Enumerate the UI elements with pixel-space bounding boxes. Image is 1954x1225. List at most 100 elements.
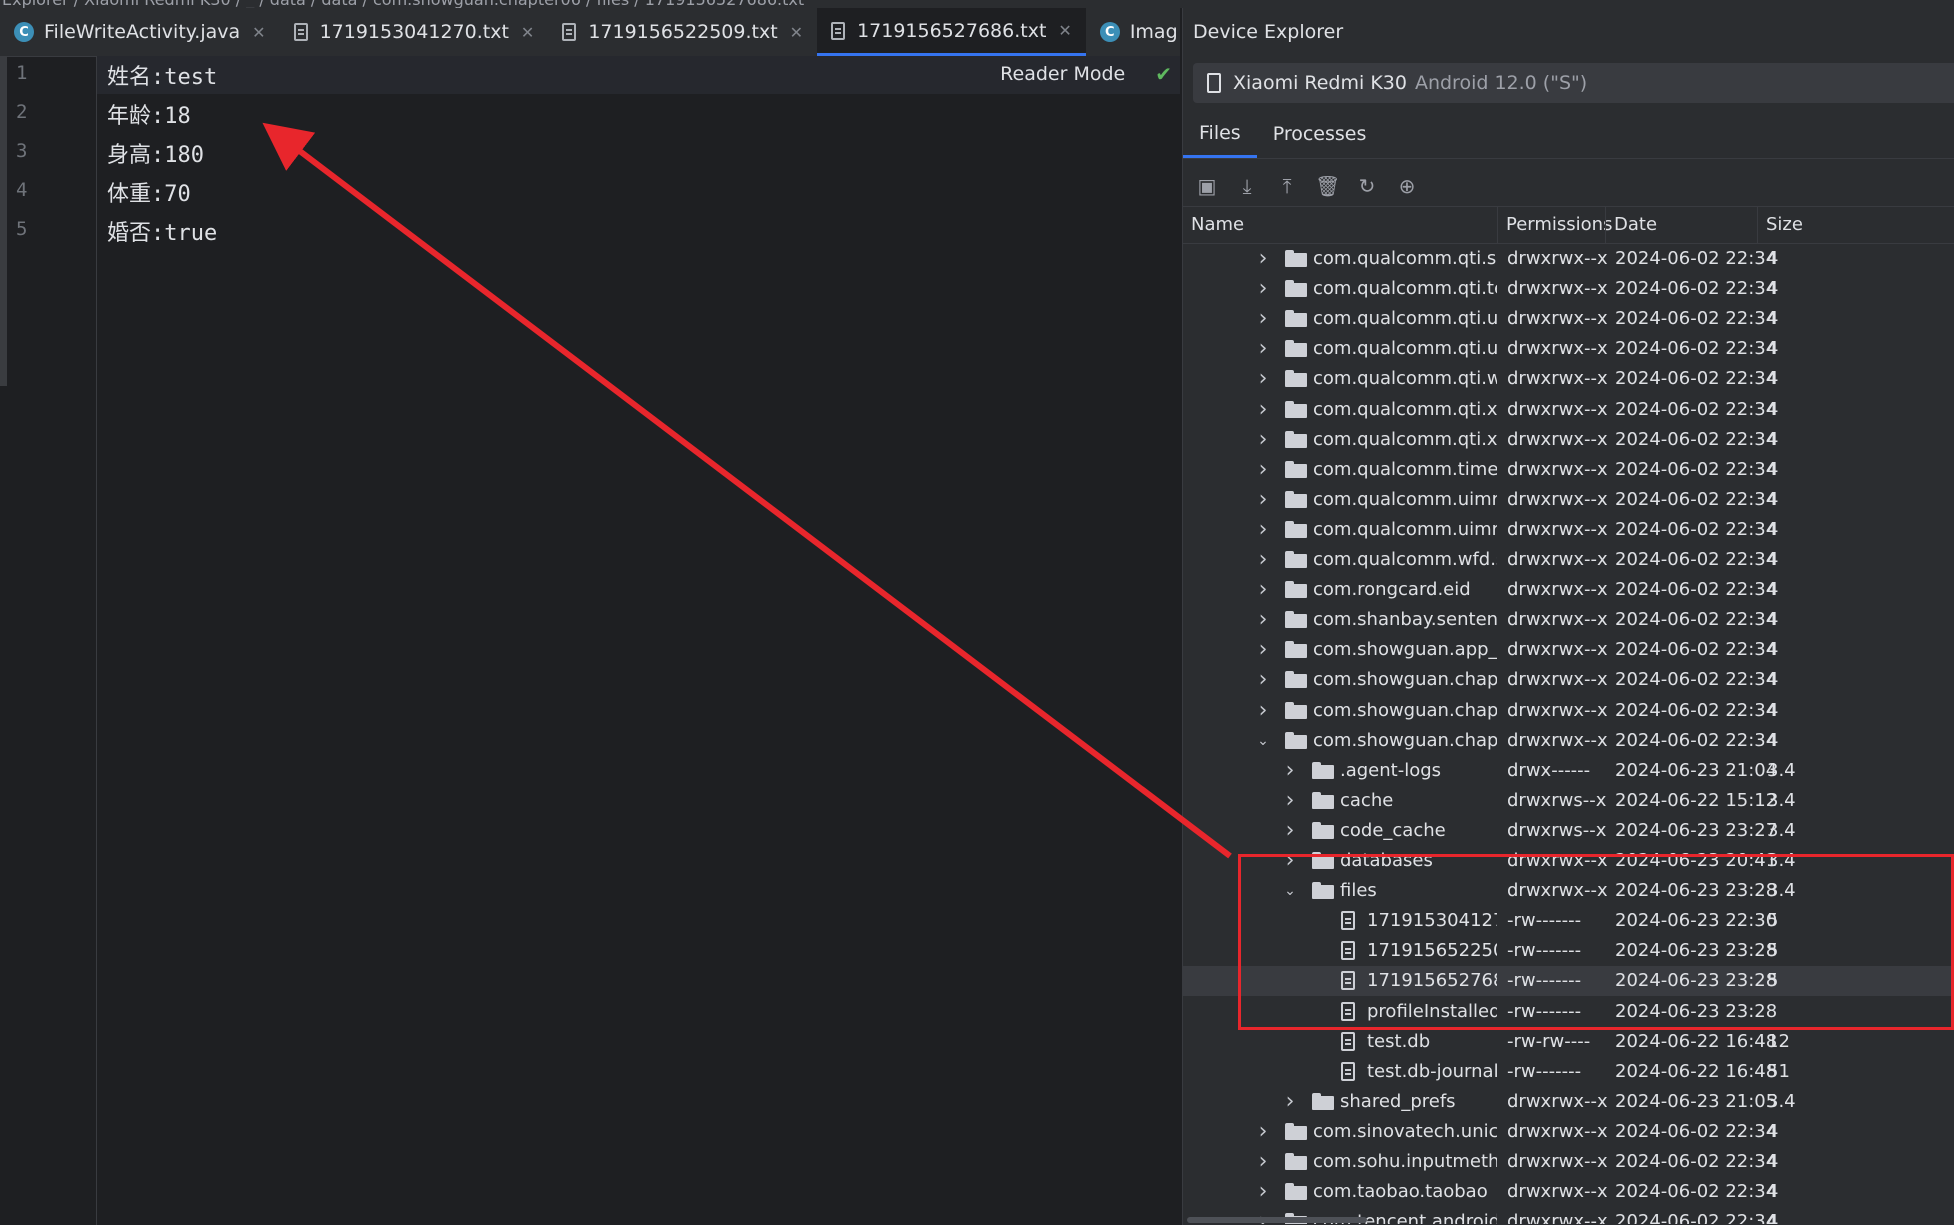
locate-icon[interactable]: ⊕ xyxy=(1395,174,1419,198)
tree-row-date: 2024-06-23 23:28 xyxy=(1615,880,1778,901)
tab-files[interactable]: Files xyxy=(1183,110,1257,158)
chevron-right-icon[interactable]: › xyxy=(1255,575,1271,605)
chevron-right-icon[interactable]: › xyxy=(1255,665,1271,695)
column-header-date[interactable]: Date xyxy=(1605,207,1757,243)
chevron-right-icon[interactable]: › xyxy=(1255,1177,1271,1207)
chevron-right-icon[interactable]: › xyxy=(1255,605,1271,635)
chevron-right-icon[interactable]: › xyxy=(1255,1147,1271,1177)
close-icon[interactable]: ✕ xyxy=(521,23,534,42)
close-icon[interactable]: ✕ xyxy=(1058,21,1071,40)
device-selector[interactable]: Xiaomi Redmi K30 Android 12.0 ("S") xyxy=(1193,63,1954,103)
tree-row-size: 5 xyxy=(1767,970,1779,991)
tree-row[interactable]: › com.qualcomm.qti.uim drwxrwx--x 2024-06-0… xyxy=(1183,304,1954,334)
file-toolbar: ▣ ⤓ ⤒ 🗑 ↻ ⊕ xyxy=(1195,168,1419,204)
chevron-right-icon[interactable]: › xyxy=(1255,545,1271,575)
horizontal-scrollbar[interactable] xyxy=(1187,1217,1367,1223)
tree-row[interactable]: › shared_prefs drwxrwx--x 2024-06-23 21:05 3… xyxy=(1183,1087,1954,1117)
tree-row[interactable]: test.db -rw-rw---- 2024-06-22 16:48 12 xyxy=(1183,1027,1954,1057)
code-line[interactable]: 婚否:true xyxy=(107,215,217,247)
tree-row[interactable]: › com.showguan.app_1 drwxrwx--x 2024-06-02 … xyxy=(1183,635,1954,665)
tab-imag[interactable]: C Imag xyxy=(1086,8,1182,56)
chevron-right-icon[interactable]: › xyxy=(1255,244,1271,274)
tab-processes[interactable]: Processes xyxy=(1257,110,1383,158)
tree-row[interactable]: 1719153041270.txt -rw------- 2024-06-23 22… xyxy=(1183,906,1954,936)
tab-filewriteactivity[interactable]: C FileWriteActivity.java ✕ xyxy=(0,8,280,56)
tree-row-name: com.qualcomm.qti.xrvd.servic xyxy=(1313,429,1497,450)
tree-row[interactable]: › com.qualcomm.wfd.service drwxrwx--x 2024-… xyxy=(1183,545,1954,575)
tree-row[interactable]: › com.sinovatech.unicom.ui drwxrwx--x 2024-… xyxy=(1183,1117,1954,1147)
download-icon[interactable]: ⤓ xyxy=(1235,174,1259,198)
tree-row[interactable]: › cache drwxrws--x 2024-06-22 15:12 3.4 xyxy=(1183,786,1954,816)
tree-row-size: 4 xyxy=(1767,308,1779,329)
tree-row[interactable]: profileInstalled -rw------- 2024-06-23 23:… xyxy=(1183,997,1954,1027)
chevron-right-icon[interactable]: › xyxy=(1255,485,1271,515)
tab-1719153041270[interactable]: 1719153041270.txt ✕ xyxy=(280,8,549,56)
chevron-right-icon[interactable]: › xyxy=(1255,274,1271,304)
tree-row-permissions: drwxrwx--x xyxy=(1507,579,1608,600)
chevron-right-icon[interactable]: › xyxy=(1255,1117,1271,1147)
code-line[interactable]: 姓名:test xyxy=(107,59,217,91)
column-header-name[interactable]: Name xyxy=(1183,207,1497,243)
chevron-right-icon[interactable]: › xyxy=(1255,425,1271,455)
tree-row[interactable]: › com.qualcomm.qti.workloadc drwxrwx--x 202… xyxy=(1183,364,1954,394)
tree-row[interactable]: › com.rongcard.eid drwxrwx--x 2024-06-02 22… xyxy=(1183,575,1954,605)
chevron-right-icon[interactable]: › xyxy=(1282,816,1298,846)
chevron-right-icon[interactable]: › xyxy=(1255,515,1271,545)
tree-row-permissions: -rw------- xyxy=(1507,970,1582,991)
tree-row[interactable]: › com.qualcomm.qti.xrvd.servic drwxrwx--x 2… xyxy=(1183,425,1954,455)
reader-mode-button[interactable]: Reader Mode xyxy=(1000,63,1125,85)
tree-row[interactable]: › com.showguan.chapter04 drwxrwx--x 2024-06… xyxy=(1183,665,1954,695)
tree-row[interactable]: › com.qualcomm.uimremotese drwxrwx--x 2024-… xyxy=(1183,515,1954,545)
tree-row[interactable]: › com.qualcomm.uimremotecli drwxrwx--x 2024… xyxy=(1183,485,1954,515)
device-explorer-panel: Device Explorer Xiaomi Redmi K30 Android… xyxy=(1182,8,1954,1225)
new-folder-icon[interactable]: ▣ xyxy=(1195,174,1219,198)
chevron-right-icon[interactable]: › xyxy=(1255,304,1271,334)
code-line[interactable]: 身高:180 xyxy=(107,137,204,169)
chevron-right-icon[interactable]: › xyxy=(1255,334,1271,364)
chevron-right-icon[interactable]: › xyxy=(1255,364,1271,394)
tree-row-size: 3.4 xyxy=(1767,820,1796,841)
chevron-right-icon[interactable]: › xyxy=(1282,786,1298,816)
tree-row[interactable]: › com.qualcomm.qti.xrcb drwxrwx--x 2024-06-… xyxy=(1183,395,1954,425)
tree-row[interactable]: › com.taobao.taobao drwxrwx--x 2024-06-02 2… xyxy=(1183,1177,1954,1207)
tree-row[interactable]: › com.qualcomm.timeservice drwxrwx--x 2024-… xyxy=(1183,455,1954,485)
tree-row-permissions: -rw------- xyxy=(1507,940,1582,961)
tree-row[interactable]: › com.shanbay.sentence drwxrwx--x 2024-06-0… xyxy=(1183,605,1954,635)
close-icon[interactable]: ✕ xyxy=(252,23,265,42)
tree-row[interactable]: 1719156522509.txt -rw------- 2024-06-23 23… xyxy=(1183,936,1954,966)
tree-row[interactable]: › com.showguan.chapter05 drwxrwx--x 2024-06… xyxy=(1183,696,1954,726)
tree-row[interactable]: › com.qualcomm.qti.telephony drwxrwx--x 202… xyxy=(1183,274,1954,304)
check-icon[interactable]: ✔ xyxy=(1155,62,1172,86)
tree-row[interactable]: 1719156527686.txt -rw------- 2024-06-23 23… xyxy=(1183,966,1954,996)
refresh-icon[interactable]: ↻ xyxy=(1355,174,1379,198)
chevron-right-icon[interactable]: › xyxy=(1255,455,1271,485)
chevron-down-icon[interactable]: ⌄ xyxy=(1255,726,1271,756)
chevron-right-icon[interactable]: › xyxy=(1282,756,1298,786)
chevron-right-icon[interactable]: › xyxy=(1255,635,1271,665)
upload-icon[interactable]: ⤒ xyxy=(1275,174,1299,198)
column-header-permissions[interactable]: Permissions xyxy=(1497,207,1612,243)
tree-row[interactable]: › code_cache drwxrws--x 2024-06-23 23:27 3.4 xyxy=(1183,816,1954,846)
chevron-right-icon[interactable]: › xyxy=(1282,846,1298,876)
tree-row[interactable]: › com.qualcomm.qti.uimGbaAp drwxrwx--x 2024… xyxy=(1183,334,1954,364)
chevron-right-icon[interactable]: › xyxy=(1255,395,1271,425)
tree-row[interactable]: ⌄ files drwxrwx--x 2024-06-23 23:28 3.4 xyxy=(1183,876,1954,906)
tree-row[interactable]: ⌄ com.showguan.chapter06 drwxrwx--x 2024-06… xyxy=(1183,726,1954,756)
tree-row[interactable]: › com.qualcomm.qti.simcontac drwxrwx--x 202… xyxy=(1183,244,1954,274)
code-line[interactable]: 体重:70 xyxy=(107,176,191,208)
close-icon[interactable]: ✕ xyxy=(790,23,803,42)
tree-row[interactable]: test.db-journal -rw------- 2024-06-22 16:4… xyxy=(1183,1057,1954,1087)
code-line[interactable]: 年龄:18 xyxy=(107,98,191,130)
folder-icon xyxy=(1285,671,1307,688)
chevron-right-icon[interactable]: › xyxy=(1282,1087,1298,1117)
tab-1719156527686[interactable]: 1719156527686.txt ✕ xyxy=(817,8,1086,56)
chevron-right-icon[interactable]: › xyxy=(1255,696,1271,726)
column-header-size[interactable]: Size xyxy=(1757,207,1954,243)
tab-1719156522509[interactable]: 1719156522509.txt ✕ xyxy=(548,8,817,56)
tree-row[interactable]: › com.sohu.inputmethod.sogou drwxrwx--x 202… xyxy=(1183,1147,1954,1177)
tree-row[interactable]: › databases drwxrwx--x 2024-06-23 20:41 3.4 xyxy=(1183,846,1954,876)
chevron-down-icon[interactable]: ⌄ xyxy=(1282,876,1298,906)
tree-row[interactable]: › .agent-logs drwx------ 2024-06-23 21:04 3.… xyxy=(1183,756,1954,786)
delete-icon[interactable]: 🗑 xyxy=(1315,174,1340,198)
editor-tab-bar: C FileWriteActivity.java ✕ 1719153041270… xyxy=(0,8,1234,57)
